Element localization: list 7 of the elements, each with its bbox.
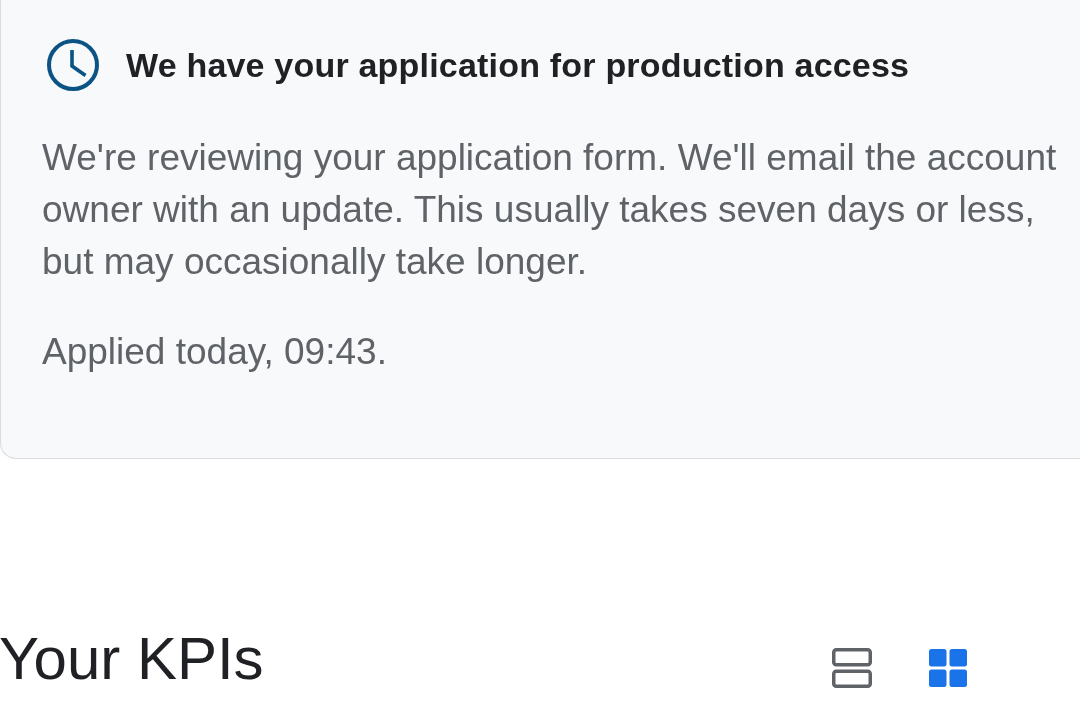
clock-icon (47, 39, 99, 91)
kpi-heading: Your KPIs (0, 624, 264, 694)
notice-body: We're reviewing your application form. We'll email the account owner with an update. This usually takes seven days or less, but may occasionally take longer. (42, 136, 1058, 284)
applied-date-text: Applied today, 09:43. (42, 330, 387, 374)
notice-title: We have your application for production access (126, 45, 910, 86)
grid-view-button[interactable] (928, 648, 968, 688)
two-rows-view-button[interactable] (832, 648, 872, 688)
